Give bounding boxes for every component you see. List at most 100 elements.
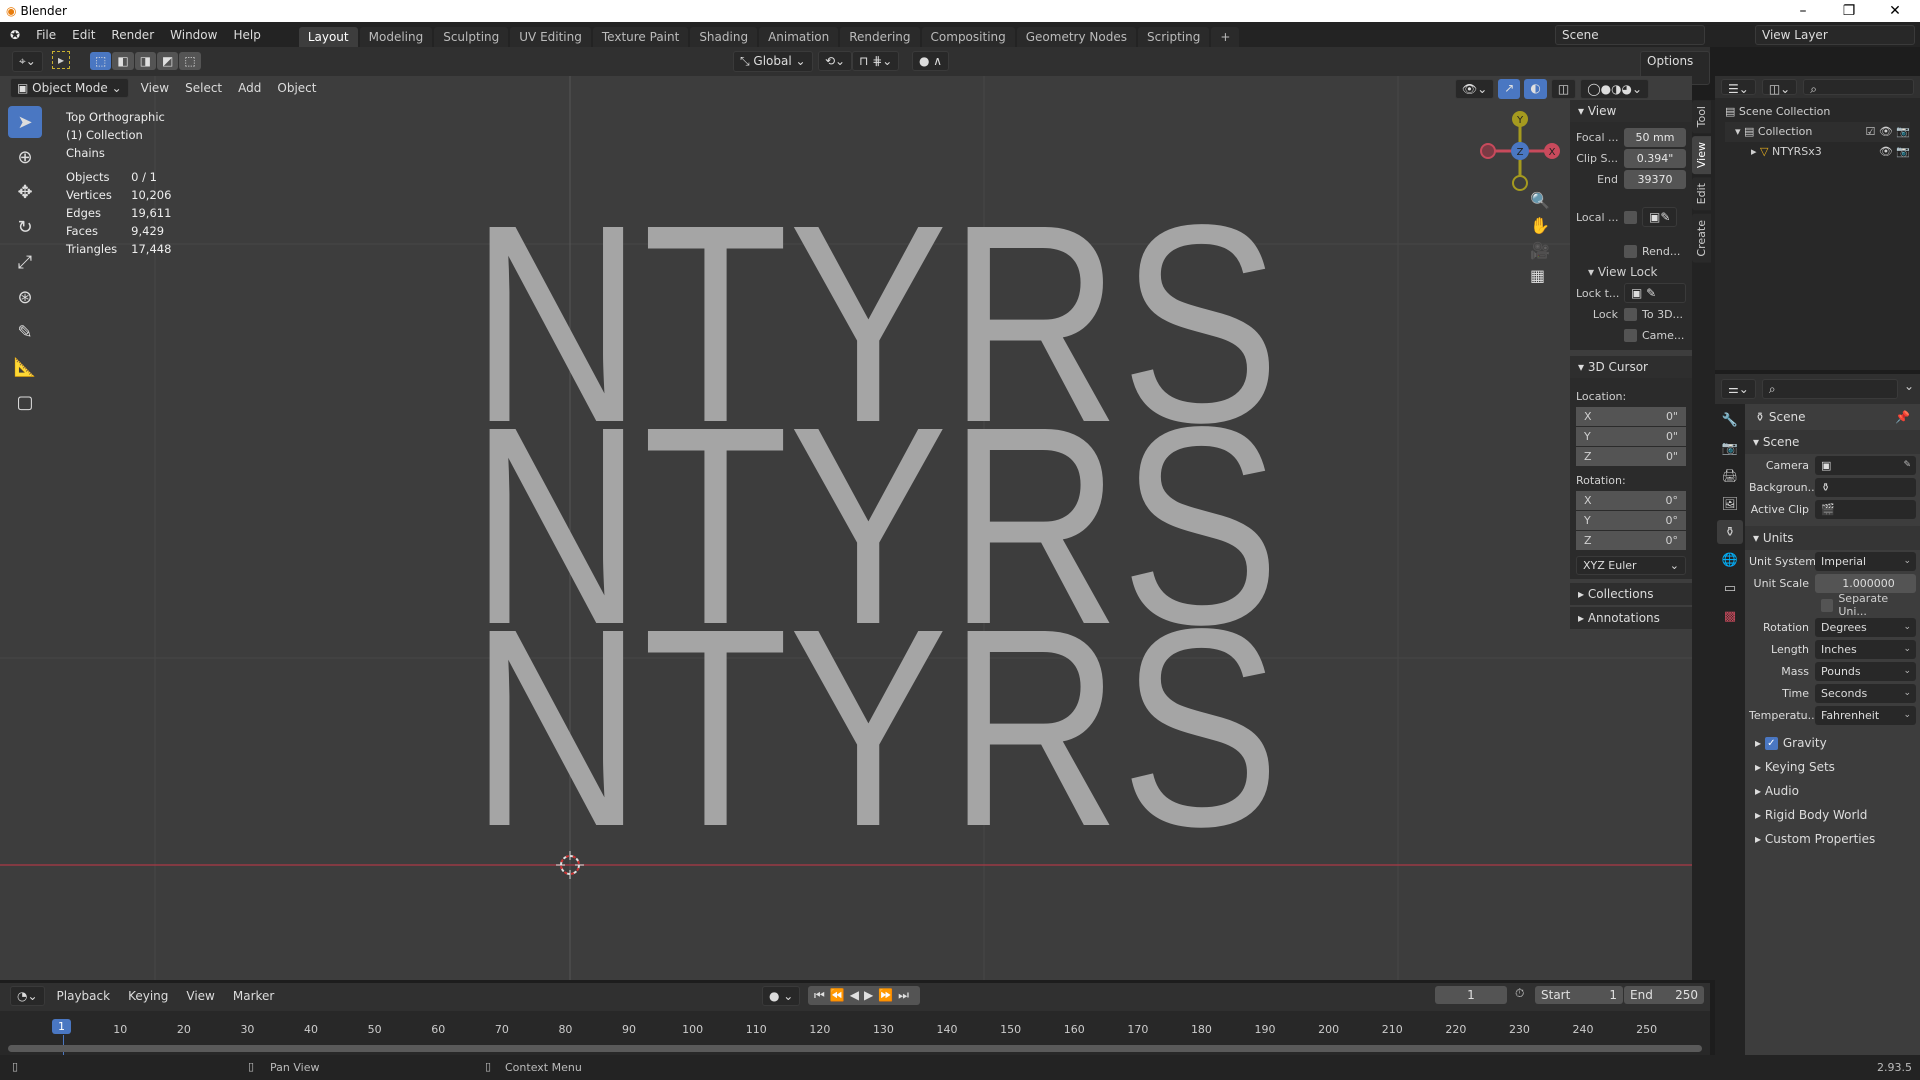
- tab-modeling[interactable]: Modeling: [359, 27, 433, 47]
- render-region-checkbox[interactable]: [1624, 244, 1637, 258]
- pivot-point-dropdown[interactable]: ⟲⌄: [818, 51, 853, 71]
- timeline-menu-view[interactable]: View: [178, 989, 222, 1003]
- menu-help[interactable]: Help: [225, 28, 268, 42]
- audio-panel-header[interactable]: ▸ Audio: [1745, 780, 1920, 804]
- world-tab-icon[interactable]: 🌐: [1717, 548, 1743, 572]
- outliner-search-input[interactable]: ⌕: [1803, 79, 1914, 96]
- annotations-section-header[interactable]: ▸ Annotations: [1570, 607, 1692, 629]
- 3d-viewport[interactable]: NTYRS NTYRS NTYRS Y X Z ▣ Object Mode ⌄ Vi…: [0, 76, 1692, 980]
- separate-units-checkbox[interactable]: [1821, 598, 1834, 612]
- tab-rendering[interactable]: Rendering: [840, 27, 920, 47]
- mass-unit-dropdown[interactable]: Pounds ⌄: [1815, 661, 1916, 681]
- editor-type-button[interactable]: ⌖⌄: [12, 51, 43, 72]
- tab-scripting[interactable]: Scripting: [1137, 27, 1210, 47]
- menu-render[interactable]: Render: [103, 28, 162, 42]
- viewport-menu-view[interactable]: View: [133, 81, 177, 95]
- cursor-rot-z-field[interactable]: Z 0°: [1576, 531, 1686, 550]
- timeline-menu-marker[interactable]: Marker: [225, 989, 282, 1003]
- focal-length-field[interactable]: 50 mm: [1624, 127, 1686, 147]
- texture-tab-icon[interactable]: ▩: [1717, 604, 1743, 628]
- end-frame-field[interactable]: End 250: [1624, 986, 1704, 1004]
- minimize-button[interactable]: –: [1780, 0, 1826, 22]
- timeline-editor-type-icon[interactable]: ◔⌄: [10, 986, 45, 1006]
- cursor-rot-y-field[interactable]: Y 0°: [1576, 511, 1686, 530]
- playhead[interactable]: 1: [52, 1019, 71, 1034]
- sidebar-tab-tool[interactable]: Tool: [1692, 100, 1711, 134]
- lock-to-3d-cursor-checkbox[interactable]: [1624, 307, 1637, 321]
- current-frame-field[interactable]: 1: [1435, 986, 1507, 1004]
- cursor-loc-y-field[interactable]: Y 0": [1576, 427, 1686, 446]
- collection-tab-icon[interactable]: ▭: [1717, 576, 1743, 600]
- tab-sculpting[interactable]: Sculpting: [434, 27, 509, 47]
- local-camera-picker[interactable]: ▣✎: [1642, 207, 1678, 227]
- display-mode-icon[interactable]: ◫⌄: [1761, 79, 1798, 96]
- collections-section-header[interactable]: ▸ Collections: [1570, 583, 1692, 605]
- unit-system-dropdown[interactable]: Imperial ⌄: [1815, 551, 1916, 571]
- rotation-unit-dropdown[interactable]: Degrees ⌄: [1815, 617, 1916, 637]
- view-lock-header[interactable]: ▾ View Lock: [1588, 265, 1658, 279]
- add-cube-tool-icon[interactable]: ▢: [8, 386, 42, 418]
- start-frame-field[interactable]: Start 1: [1535, 986, 1623, 1004]
- scale-tool-icon[interactable]: ⤢: [8, 246, 42, 278]
- outliner-editor-type-icon[interactable]: ☰⌄: [1721, 79, 1756, 96]
- proportional-edit-toggle[interactable]: ● ∧: [912, 51, 950, 71]
- move-tool-icon[interactable]: ✥: [8, 176, 42, 208]
- rigid-body-world-panel-header[interactable]: ▸ Rigid Body World: [1745, 804, 1920, 828]
- menu-window[interactable]: Window: [162, 28, 225, 42]
- tab-compositing[interactable]: Compositing: [921, 27, 1015, 47]
- properties-editor-type-icon[interactable]: ⚌⌄: [1721, 379, 1756, 399]
- orthographic-grid-icon[interactable]: ▦: [1530, 266, 1550, 285]
- sidebar-tab-create[interactable]: Create: [1692, 213, 1711, 263]
- time-unit-dropdown[interactable]: Seconds ⌄: [1815, 683, 1916, 703]
- active-clip-field[interactable]: 🎬: [1815, 499, 1916, 519]
- measure-tool-icon[interactable]: 📐: [8, 351, 42, 383]
- tab-uv-editing[interactable]: UV Editing: [510, 27, 591, 47]
- clip-end-field[interactable]: 39370: [1624, 169, 1686, 189]
- units-panel-header[interactable]: ▾ Units: [1745, 526, 1920, 550]
- cursor-tool-icon[interactable]: ⊕: [8, 141, 42, 173]
- selection-mode-buttons[interactable]: ⬚ ◧ ◨ ◩ ⬚: [90, 52, 201, 70]
- tab-texture-paint[interactable]: Texture Paint: [592, 27, 689, 47]
- playback-controls[interactable]: ⏮⏪◀▶⏩⏭: [808, 986, 920, 1005]
- tab-geometry-nodes[interactable]: Geometry Nodes: [1016, 27, 1136, 47]
- background-scene-field[interactable]: ⚱: [1815, 477, 1916, 497]
- timeline-scrollbar[interactable]: [8, 1045, 1702, 1052]
- length-unit-dropdown[interactable]: Inches ⌄: [1815, 639, 1916, 659]
- unit-scale-field[interactable]: 1.000000: [1815, 573, 1916, 593]
- outliner-item-collection[interactable]: ▾ ▤ Collection ☑ 👁 📷: [1725, 122, 1910, 142]
- annotate-tool-icon[interactable]: ✎: [8, 316, 42, 348]
- outliner-item-object[interactable]: ▸ ▽ NTYRSx3 👁 📷: [1725, 142, 1910, 162]
- custom-properties-panel-header[interactable]: ▸ Custom Properties: [1745, 828, 1920, 852]
- transform-tool-icon[interactable]: ⊛: [8, 281, 42, 313]
- timeline-menu-keying[interactable]: Keying: [120, 989, 176, 1003]
- timeline-menu-playback[interactable]: Playback: [49, 989, 119, 1003]
- lock-to-object-field[interactable]: ▣ ✎: [1624, 283, 1686, 303]
- properties-search-input[interactable]: ⌕: [1761, 379, 1898, 399]
- transform-orientation-dropdown[interactable]: ⤡ Global ⌄: [733, 51, 813, 72]
- menu-file[interactable]: File: [28, 28, 64, 42]
- snap-toggle[interactable]: ⊓ ⋕⌄: [852, 51, 900, 71]
- scene-selector[interactable]: Scene: [1555, 25, 1705, 45]
- sidebar-tab-edit[interactable]: Edit: [1692, 177, 1711, 211]
- view-layer-tab-icon[interactable]: 🖼: [1717, 492, 1743, 516]
- zoom-icon[interactable]: 🔍: [1530, 191, 1550, 210]
- tab-animation[interactable]: Animation: [759, 27, 839, 47]
- pin-icon[interactable]: 📌: [1895, 410, 1910, 424]
- scene-tab-icon[interactable]: ⚱: [1717, 520, 1743, 544]
- select-box-tool-icon[interactable]: ➤: [8, 106, 42, 138]
- gravity-checkbox[interactable]: ✓: [1764, 737, 1778, 750]
- use-preview-range-icon[interactable]: ⏱: [1515, 986, 1524, 1001]
- tab-shading[interactable]: Shading: [690, 27, 758, 47]
- rotate-tool-icon[interactable]: ↻: [8, 211, 42, 243]
- camera-field[interactable]: ▣ ✎: [1815, 455, 1916, 475]
- menu-edit[interactable]: Edit: [64, 28, 103, 42]
- render-tab-icon[interactable]: 📷: [1717, 436, 1743, 460]
- tab--[interactable]: +: [1211, 27, 1240, 47]
- cursor-rot-x-field[interactable]: X 0°: [1576, 491, 1686, 510]
- text-object-row[interactable]: NTYRS: [470, 570, 1280, 885]
- maximize-button[interactable]: ❐: [1826, 0, 1872, 22]
- view-layer-selector[interactable]: View Layer: [1755, 25, 1915, 45]
- 3d-cursor-section-header[interactable]: ▾ 3D Cursor: [1570, 356, 1692, 378]
- camera-view-icon[interactable]: 🎥: [1530, 241, 1550, 260]
- clip-start-field[interactable]: 0.394": [1624, 148, 1686, 168]
